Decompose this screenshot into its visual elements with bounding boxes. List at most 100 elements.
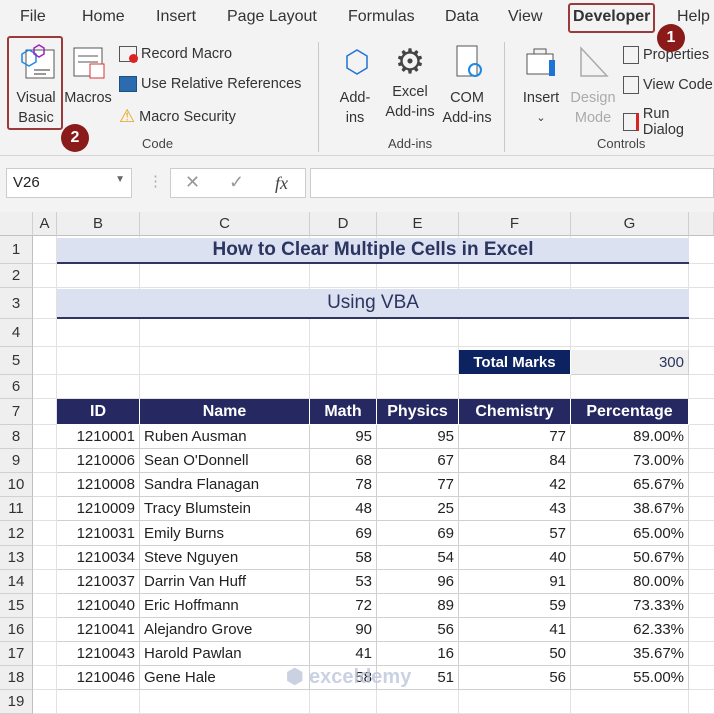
- table-cell[interactable]: 1210009: [57, 497, 140, 521]
- row-header-8[interactable]: 8: [0, 425, 33, 449]
- record-macro-button[interactable]: Record Macro: [119, 46, 232, 63]
- row-header-15[interactable]: 15: [0, 594, 33, 618]
- row-header-2[interactable]: 2: [0, 264, 33, 288]
- name-box[interactable]: V26 ▼: [6, 168, 132, 198]
- table-cell[interactable]: 65.67%: [571, 473, 689, 497]
- table-cell[interactable]: 50.67%: [571, 546, 689, 570]
- table-cell[interactable]: Eric Hoffmann: [140, 594, 310, 618]
- tab-formulas[interactable]: Formulas: [348, 8, 415, 26]
- table-cell[interactable]: 57: [459, 521, 571, 546]
- excel-addins-button[interactable]: ⚙ Excel Add-ins: [382, 42, 438, 122]
- table-cell[interactable]: 1210043: [57, 642, 140, 666]
- row-header-16[interactable]: 16: [0, 618, 33, 642]
- table-cell[interactable]: 1210046: [57, 666, 140, 690]
- row-header-6[interactable]: 6: [0, 375, 33, 399]
- view-code-button[interactable]: View Code: [623, 76, 713, 94]
- enter-icon[interactable]: ✓: [229, 172, 244, 193]
- total-marks-value[interactable]: 300: [571, 350, 689, 375]
- design-mode-button[interactable]: Design Mode: [566, 42, 620, 128]
- table-cell[interactable]: Ruben Ausman: [140, 425, 310, 449]
- tab-home[interactable]: Home: [82, 8, 125, 26]
- row-header-5[interactable]: 5: [0, 347, 33, 375]
- table-cell[interactable]: 1210034: [57, 546, 140, 570]
- table-cell[interactable]: 89.00%: [571, 425, 689, 449]
- table-cell[interactable]: 1210041: [57, 618, 140, 642]
- table-cell[interactable]: 16: [377, 642, 459, 666]
- tab-view[interactable]: View: [508, 8, 542, 26]
- table-cell[interactable]: 91: [459, 570, 571, 594]
- row-header-7[interactable]: 7: [0, 399, 33, 425]
- table-cell[interactable]: 1210008: [57, 473, 140, 497]
- table-cell[interactable]: 95: [310, 425, 377, 449]
- row-header-19[interactable]: 19: [0, 690, 33, 714]
- table-cell[interactable]: 1210037: [57, 570, 140, 594]
- table-cell[interactable]: Sandra Flanagan: [140, 473, 310, 497]
- table-cell[interactable]: 38.67%: [571, 497, 689, 521]
- table-cell[interactable]: 41: [459, 618, 571, 642]
- tab-help[interactable]: Help: [677, 8, 710, 26]
- table-cell[interactable]: 56: [459, 666, 571, 690]
- table-cell[interactable]: 73.00%: [571, 449, 689, 473]
- insert-function-icon[interactable]: fx: [275, 173, 288, 194]
- row-header-3[interactable]: 3: [0, 288, 33, 319]
- column-header-f[interactable]: F: [459, 212, 571, 236]
- table-cell[interactable]: Tracy Blumstein: [140, 497, 310, 521]
- formula-input[interactable]: [310, 168, 714, 198]
- tab-insert[interactable]: Insert: [156, 8, 196, 26]
- row-header-4[interactable]: 4: [0, 319, 33, 347]
- column-header-partial[interactable]: [689, 212, 714, 236]
- table-cell[interactable]: 89: [377, 594, 459, 618]
- use-relative-references-button[interactable]: Use Relative References: [119, 76, 301, 92]
- table-cell[interactable]: 67: [377, 449, 459, 473]
- column-header-c[interactable]: C: [140, 212, 310, 236]
- table-cell[interactable]: 84: [459, 449, 571, 473]
- row-header-17[interactable]: 17: [0, 642, 33, 666]
- tab-data[interactable]: Data: [445, 8, 479, 26]
- table-cell[interactable]: 1210001: [57, 425, 140, 449]
- table-cell[interactable]: Alejandro Grove: [140, 618, 310, 642]
- table-cell[interactable]: 1210031: [57, 521, 140, 546]
- table-cell[interactable]: 58: [310, 546, 377, 570]
- table-cell[interactable]: 48: [310, 497, 377, 521]
- table-cell[interactable]: 41: [310, 642, 377, 666]
- table-cell[interactable]: 69: [377, 521, 459, 546]
- table-cell[interactable]: 65.00%: [571, 521, 689, 546]
- table-cell[interactable]: Darrin Van Huff: [140, 570, 310, 594]
- row-header-10[interactable]: 10: [0, 473, 33, 497]
- table-cell[interactable]: 56: [377, 618, 459, 642]
- addins-button[interactable]: Add-ins: [330, 42, 380, 128]
- tab-page-layout[interactable]: Page Layout: [227, 8, 317, 26]
- row-header-18[interactable]: 18: [0, 666, 33, 690]
- column-header-g[interactable]: G: [571, 212, 689, 236]
- tab-file[interactable]: File: [20, 8, 46, 26]
- table-cell[interactable]: 53: [310, 570, 377, 594]
- row-header-1[interactable]: 1: [0, 236, 33, 264]
- com-addins-button[interactable]: COM Add-ins: [438, 42, 496, 128]
- run-dialog-button[interactable]: Run Dialog: [623, 106, 714, 138]
- table-cell[interactable]: 90: [310, 618, 377, 642]
- table-cell[interactable]: Steve Nguyen: [140, 546, 310, 570]
- row-header-14[interactable]: 14: [0, 570, 33, 594]
- table-cell[interactable]: 69: [310, 521, 377, 546]
- table-cell[interactable]: 25: [377, 497, 459, 521]
- column-header-e[interactable]: E: [377, 212, 459, 236]
- table-cell[interactable]: 72: [310, 594, 377, 618]
- table-cell[interactable]: 43: [459, 497, 571, 521]
- table-cell[interactable]: Sean O'Donnell: [140, 449, 310, 473]
- column-header-d[interactable]: D: [310, 212, 377, 236]
- select-all-corner[interactable]: [0, 212, 33, 236]
- table-cell[interactable]: 1210006: [57, 449, 140, 473]
- macros-button[interactable]: Macros: [62, 42, 114, 108]
- macro-security-button[interactable]: ⚠ Macro Security: [119, 106, 236, 127]
- table-cell[interactable]: Emily Burns: [140, 521, 310, 546]
- table-cell[interactable]: Gene Hale: [140, 666, 310, 690]
- insert-controls-button[interactable]: Insert ⌄: [516, 42, 566, 128]
- table-cell[interactable]: Harold Pawlan: [140, 642, 310, 666]
- table-cell[interactable]: 80.00%: [571, 570, 689, 594]
- table-cell[interactable]: 78: [310, 473, 377, 497]
- table-cell[interactable]: 77: [377, 473, 459, 497]
- table-cell[interactable]: 42: [459, 473, 571, 497]
- table-cell[interactable]: 1210040: [57, 594, 140, 618]
- table-cell[interactable]: 77: [459, 425, 571, 449]
- table-cell[interactable]: 96: [377, 570, 459, 594]
